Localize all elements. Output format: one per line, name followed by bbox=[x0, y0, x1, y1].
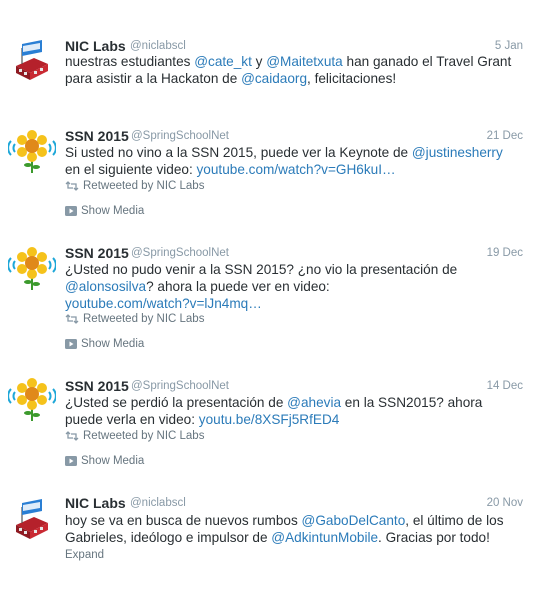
mention-link[interactable]: @alonsosilva bbox=[65, 279, 146, 294]
tweet-text-segment: Gabrieles, ideólogo e impulsor de bbox=[65, 530, 272, 545]
show-media-label: Show Media bbox=[81, 205, 145, 217]
tweet-date[interactable]: 19 Dec bbox=[487, 247, 523, 259]
author-name[interactable]: NIC Labs bbox=[65, 495, 126, 511]
tweet-text: nuestras estudiantes @cate_kt y @Maitetx… bbox=[65, 53, 525, 87]
tweet[interactable]: SSN 2015 @SpringSchoolNet 21 Dec Si uste… bbox=[0, 115, 538, 235]
mention-link[interactable]: @AdkintunMobile bbox=[271, 530, 378, 545]
mention-link[interactable]: @GaboDelCanto bbox=[302, 513, 406, 528]
tweet-text-segment: en el siguiente video: bbox=[65, 162, 197, 177]
retweet-label: Retweeted by NIC Labs bbox=[83, 430, 205, 442]
tweet-text-segment: , felicitaciones! bbox=[307, 71, 397, 86]
tweet-text: Si usted no vino a la SSN 2015, puede ve… bbox=[65, 144, 525, 178]
author-handle[interactable]: @SpringSchoolNet bbox=[131, 247, 229, 259]
tweet-text-segment: ¿Usted se perdió la presentación de bbox=[65, 395, 288, 410]
mention-link[interactable]: @justinesherry bbox=[412, 145, 503, 160]
url-link[interactable]: youtube.com/watch?v=lJn4mq… bbox=[65, 296, 262, 311]
tweet-text: ¿Usted no pudo venir a la SSN 2015? ¿no … bbox=[65, 261, 525, 312]
retweet-icon bbox=[65, 314, 79, 324]
tweet-text-segment: Si usted no vino a la SSN 2015, puede ve… bbox=[65, 145, 412, 160]
tweet-text-segment: para asistir a la Hackaton de bbox=[65, 71, 242, 86]
tweet-timeline: NIC Labs @niclabscl 5 Jan nuestras estud… bbox=[0, 0, 538, 592]
tweet-text-line: youtube.com/watch?v=lJn4mq… bbox=[65, 295, 525, 312]
tweet-date[interactable]: 21 Dec bbox=[487, 130, 523, 142]
tweet-text-segment: ¿Usted no pudo venir a la SSN 2015? ¿no … bbox=[65, 262, 458, 277]
url-link[interactable]: youtu.be/8XSFj5RfED4 bbox=[199, 412, 340, 427]
expand-label: Expand bbox=[65, 549, 105, 561]
tweet-text-line: nuestras estudiantes @cate_kt y @Maitetx… bbox=[65, 53, 525, 70]
retweet-context[interactable]: Retweeted by NIC Labs bbox=[65, 180, 204, 192]
mention-link[interactable]: @cate_kt bbox=[194, 54, 252, 69]
mention-link[interactable]: @Maitetxuta bbox=[266, 54, 343, 69]
author-name[interactable]: SSN 2015 bbox=[65, 245, 129, 261]
tweet-date[interactable]: 5 Jan bbox=[495, 40, 523, 52]
show-media-toggle[interactable]: Show Media bbox=[65, 338, 144, 350]
tweet-text-segment: nuestras estudiantes bbox=[65, 54, 195, 69]
author-name[interactable]: SSN 2015 bbox=[65, 128, 129, 144]
media-icon bbox=[65, 456, 77, 466]
show-media-label: Show Media bbox=[81, 338, 145, 350]
tweet[interactable]: SSN 2015 @SpringSchoolNet 14 Dec ¿Usted … bbox=[0, 365, 538, 485]
author-handle[interactable]: @niclabscl bbox=[130, 40, 186, 52]
tweet-text-line: para asistir a la Hackaton de @caidaorg,… bbox=[65, 70, 525, 87]
retweet-icon bbox=[65, 431, 79, 441]
tweet-text-segment: en la SSN2015? ahora bbox=[341, 395, 483, 410]
author-name[interactable]: NIC Labs bbox=[65, 38, 126, 54]
tweet-text: hoy se va en busca de nuevos rumbos @Gab… bbox=[65, 512, 525, 546]
tweet[interactable]: NIC Labs @niclabscl 5 Jan nuestras estud… bbox=[0, 0, 538, 115]
retweet-icon bbox=[65, 181, 79, 191]
ssn-sunflower-icon bbox=[8, 130, 56, 173]
avatar[interactable] bbox=[8, 375, 56, 423]
mention-link[interactable]: @caidaorg bbox=[241, 71, 307, 86]
retweet-label: Retweeted by NIC Labs bbox=[83, 180, 205, 192]
tweet-text-segment: . Gracias por todo! bbox=[378, 530, 490, 545]
tweet-text-segment: hoy se va en busca de nuevos rumbos bbox=[65, 513, 302, 528]
tweet-text-line: Si usted no vino a la SSN 2015, puede ve… bbox=[65, 144, 525, 161]
media-icon bbox=[65, 339, 77, 349]
tweet-date[interactable]: 14 Dec bbox=[487, 380, 523, 392]
show-media-toggle[interactable]: Show Media bbox=[65, 205, 144, 217]
tweet-text-segment: , el último de los bbox=[405, 513, 504, 528]
author-handle[interactable]: @SpringSchoolNet bbox=[131, 130, 229, 142]
tweet[interactable]: SSN 2015 @SpringSchoolNet 19 Dec ¿Usted … bbox=[0, 235, 538, 365]
author-handle[interactable]: @SpringSchoolNet bbox=[131, 380, 229, 392]
avatar[interactable] bbox=[8, 127, 56, 175]
tweet-text-line: ¿Usted no pudo venir a la SSN 2015? ¿no … bbox=[65, 261, 525, 278]
tweet-text-segment: puede verla en video: bbox=[65, 412, 199, 427]
show-media-toggle[interactable]: Show Media bbox=[65, 455, 144, 467]
tweet-text-segment: y bbox=[251, 54, 267, 69]
tweet-date[interactable]: 20 Nov bbox=[487, 497, 523, 509]
tweet-text-segment: ? ahora la puede ver en video: bbox=[146, 279, 330, 294]
tweet-text-line: @alonsosilva? ahora la puede ver en vide… bbox=[65, 278, 525, 295]
ssn-sunflower-icon bbox=[8, 378, 56, 421]
tweet-text-line: hoy se va en busca de nuevos rumbos @Gab… bbox=[65, 512, 525, 529]
tweet-text-segment: han ganado el Travel Grant bbox=[342, 54, 512, 69]
expand-link[interactable]: Expand bbox=[65, 549, 104, 561]
author-handle[interactable]: @niclabscl bbox=[130, 497, 186, 509]
retweet-context[interactable]: Retweeted by NIC Labs bbox=[65, 313, 204, 325]
tweet-text-line: puede verla en video: youtu.be/8XSFj5RfE… bbox=[65, 411, 525, 428]
tweet-text-line: ¿Usted se perdió la presentación de @ahe… bbox=[65, 394, 525, 411]
avatar[interactable] bbox=[8, 36, 56, 84]
nic-labs-building-icon bbox=[16, 40, 48, 80]
ssn-sunflower-icon bbox=[8, 247, 56, 290]
tweet-text-line: en el siguiente video: youtube.com/watch… bbox=[65, 161, 525, 178]
tweet-text-line: Gabrieles, ideólogo e impulsor de @Adkin… bbox=[65, 529, 525, 546]
mention-link[interactable]: @ahevia bbox=[287, 395, 341, 410]
show-media-label: Show Media bbox=[81, 455, 145, 467]
nic-labs-building-icon bbox=[16, 499, 48, 539]
author-name[interactable]: SSN 2015 bbox=[65, 378, 129, 394]
media-icon bbox=[65, 206, 77, 216]
avatar[interactable] bbox=[8, 244, 56, 292]
url-link[interactable]: youtube.com/watch?v=GH6kuI… bbox=[197, 162, 396, 177]
retweet-label: Retweeted by NIC Labs bbox=[83, 313, 205, 325]
retweet-context[interactable]: Retweeted by NIC Labs bbox=[65, 430, 204, 442]
tweet-text: ¿Usted se perdió la presentación de @ahe… bbox=[65, 394, 525, 428]
avatar[interactable] bbox=[8, 495, 56, 543]
tweet[interactable]: NIC Labs @niclabscl 20 Nov hoy se va en … bbox=[0, 485, 538, 592]
